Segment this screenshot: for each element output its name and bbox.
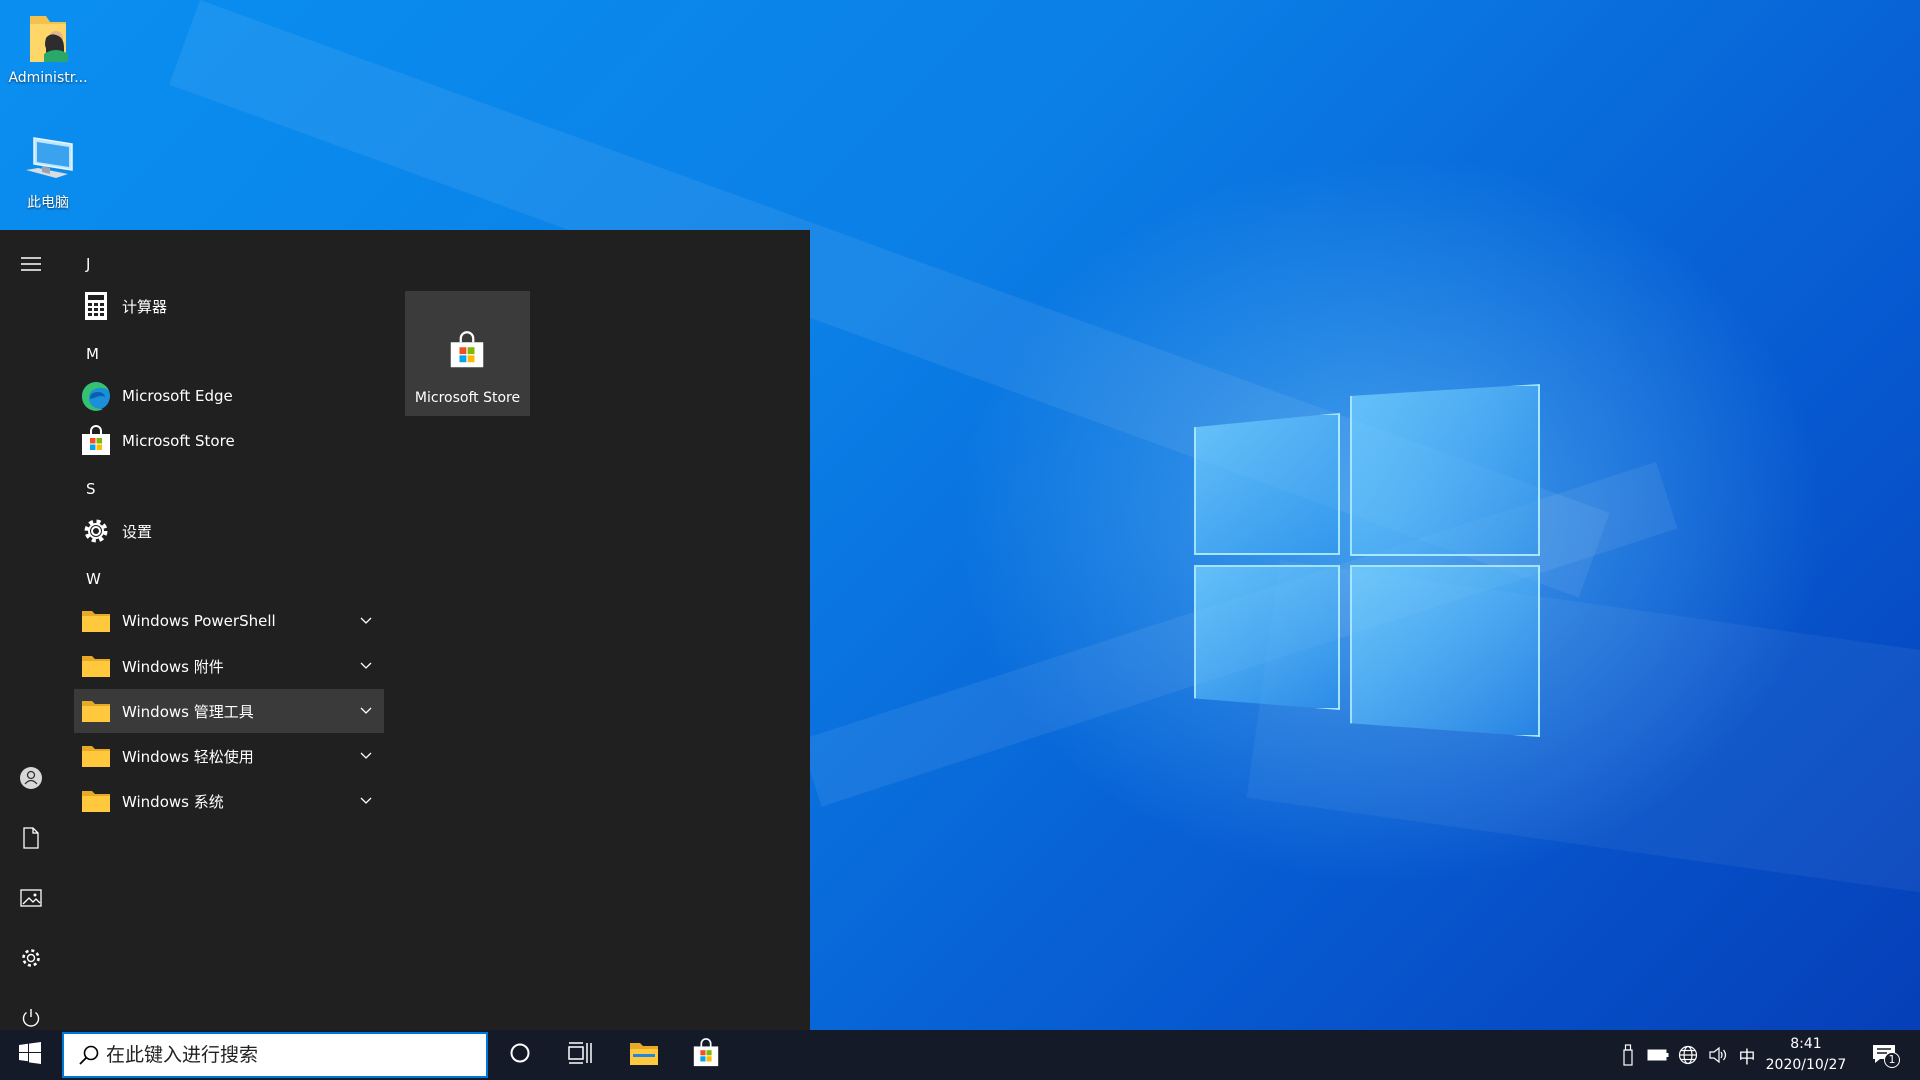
document-icon — [22, 827, 40, 853]
folder-icon — [80, 695, 112, 727]
folder-icon — [80, 785, 112, 817]
clock-time: 8:41 — [1790, 1036, 1822, 1052]
start-menu: J 计算器 M Microsoft Edge Microsoft Store S — [0, 230, 810, 1030]
app-item-windows-system[interactable]: Windows 系统 — [74, 779, 384, 823]
chevron-down-icon[interactable] — [356, 791, 376, 811]
action-center-button[interactable]: 1 — [1866, 1030, 1906, 1080]
volume-icon[interactable] — [1704, 1030, 1732, 1080]
desktop-icon-label: Administr... — [8, 70, 88, 86]
desktop-icon-administrator[interactable]: Administr... — [0, 10, 96, 86]
user-folder-icon — [20, 10, 76, 66]
search-box[interactable] — [62, 1032, 488, 1078]
app-label: Windows 系统 — [122, 792, 224, 811]
usb-device-icon[interactable] — [1616, 1030, 1640, 1080]
start-rail — [0, 230, 62, 1030]
app-item-windows-ease-of-access[interactable]: Windows 轻松使用 — [74, 734, 384, 778]
app-item-windows-accessories[interactable]: Windows 附件 — [74, 644, 384, 688]
app-item-calculator[interactable]: 计算器 — [74, 284, 384, 328]
calculator-icon — [80, 290, 112, 322]
tile-microsoft-store[interactable]: Microsoft Store — [405, 291, 530, 416]
gear-icon — [80, 515, 112, 547]
app-item-windows-powershell[interactable]: Windows PowerShell — [74, 599, 384, 643]
desktop-icon-this-pc[interactable]: 此电脑 — [0, 132, 96, 212]
folder-icon — [80, 605, 112, 637]
computer-icon — [20, 132, 76, 188]
file-explorer-icon — [629, 1040, 659, 1070]
app-item-microsoft-store[interactable]: Microsoft Store — [74, 419, 384, 463]
app-label: 计算器 — [122, 297, 168, 316]
task-view-icon — [568, 1042, 592, 1068]
pictures-icon — [20, 889, 42, 911]
store-taskbar-button[interactable] — [676, 1030, 736, 1080]
chevron-down-icon[interactable] — [356, 656, 376, 676]
battery-icon[interactable] — [1644, 1030, 1672, 1080]
clock-date: 2020/10/27 — [1765, 1057, 1847, 1073]
edge-icon — [80, 380, 112, 412]
clock[interactable]: 8:41 2020/10/27 — [1754, 1034, 1858, 1076]
cortana-circle-icon — [509, 1042, 531, 1068]
store-icon — [691, 1038, 721, 1072]
user-icon — [19, 766, 43, 794]
app-label: Microsoft Edge — [122, 387, 233, 405]
documents-button[interactable] — [11, 820, 51, 860]
windows-logo-icon — [19, 1042, 41, 1068]
file-explorer-button[interactable] — [614, 1030, 674, 1080]
cortana-button[interactable] — [490, 1030, 550, 1080]
group-header-w[interactable]: W — [86, 570, 101, 588]
store-icon — [447, 331, 487, 375]
desktop-icon-label: 此电脑 — [27, 195, 69, 211]
pictures-button[interactable] — [11, 880, 51, 920]
group-header-s[interactable]: S — [86, 480, 96, 498]
app-item-microsoft-edge[interactable]: Microsoft Edge — [74, 374, 384, 418]
app-label: 设置 — [122, 522, 153, 541]
gear-icon — [20, 947, 42, 973]
search-input[interactable] — [106, 1044, 466, 1066]
group-header-j[interactable]: J — [86, 255, 90, 273]
store-icon — [80, 425, 112, 457]
folder-icon — [80, 650, 112, 682]
search-icon — [78, 1044, 100, 1066]
app-label: Windows 附件 — [122, 657, 224, 676]
app-label: Windows 管理工具 — [122, 702, 254, 721]
task-view-button[interactable] — [550, 1030, 610, 1080]
app-item-windows-admin-tools[interactable]: Windows 管理工具 — [74, 689, 384, 733]
chevron-down-icon[interactable] — [356, 746, 376, 766]
tile-label: Microsoft Store — [414, 390, 521, 406]
start-button[interactable] — [0, 1030, 60, 1080]
chevron-down-icon[interactable] — [356, 611, 376, 631]
chevron-down-icon[interactable] — [356, 701, 376, 721]
settings-button[interactable] — [11, 940, 51, 980]
app-label: Microsoft Store — [122, 432, 235, 450]
app-label: Windows 轻松使用 — [122, 747, 254, 766]
app-item-settings[interactable]: 设置 — [74, 509, 384, 553]
network-globe-icon[interactable] — [1674, 1030, 1702, 1080]
hamburger-icon — [21, 256, 41, 275]
group-header-m[interactable]: M — [86, 345, 99, 363]
account-button[interactable] — [11, 760, 51, 800]
taskbar: 中 8:41 2020/10/27 1 — [0, 1030, 1920, 1080]
folder-icon — [80, 740, 112, 772]
notification-badge: 1 — [1884, 1052, 1900, 1068]
notification-icon: 1 — [1872, 1042, 1900, 1068]
app-label: Windows PowerShell — [122, 612, 276, 630]
expand-menu-button[interactable] — [11, 245, 51, 285]
